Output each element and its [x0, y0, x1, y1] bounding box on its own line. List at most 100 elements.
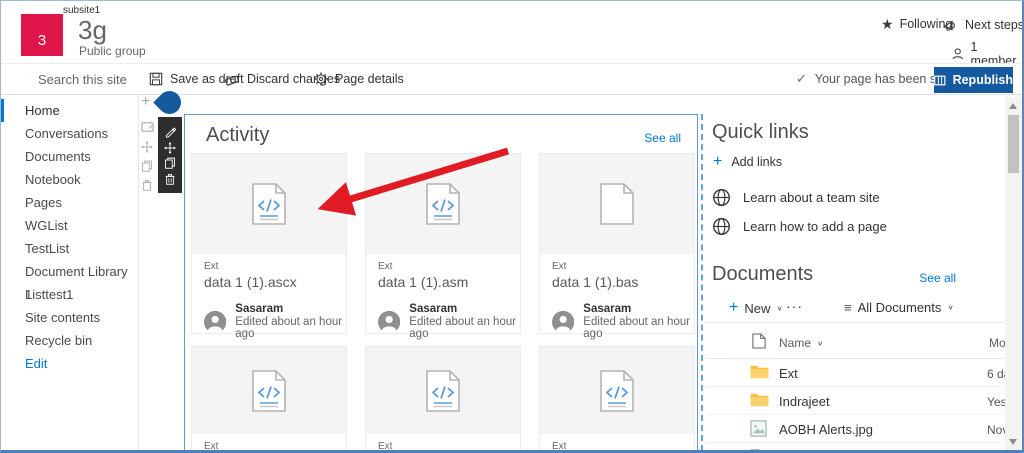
site-title: 3g: [78, 15, 107, 45]
sidebar-item-wglist[interactable]: WGList: [1, 214, 138, 237]
next-steps-label: Next steps: [965, 18, 1024, 32]
card-author: Sasaram: [235, 303, 284, 315]
card-thumbnail: [366, 347, 520, 434]
add-links-button[interactable]: + Add links: [713, 154, 782, 170]
code-file-icon: [600, 370, 634, 412]
document-name: Ext: [779, 366, 798, 381]
document-type-column-icon[interactable]: [752, 333, 766, 349]
globe-icon: [712, 217, 731, 236]
code-file-icon: [426, 370, 460, 412]
duplicate-section-icon[interactable]: [141, 160, 153, 172]
blank-file-icon: [600, 183, 634, 225]
move-webpart-icon[interactable]: [164, 142, 176, 154]
activity-card[interactable]: Ext data 1 (1).bas Sasaram Edited about …: [539, 153, 695, 340]
sidebar-item-site-contents[interactable]: Site contents: [1, 306, 138, 329]
comment-icon[interactable]: [141, 121, 154, 134]
edit-webpart-icon[interactable]: [164, 125, 177, 138]
more-options-button[interactable]: ···: [786, 298, 803, 314]
card-thumbnail: [192, 154, 346, 254]
gear-icon: [314, 72, 328, 86]
activity-see-all-link[interactable]: See all: [644, 131, 681, 145]
checkmark-icon: ✓: [796, 71, 807, 86]
republish-label: Republish: [952, 73, 1013, 87]
avatar: [552, 309, 574, 335]
plus-icon: +: [729, 299, 739, 316]
sidebar-item-listtest1[interactable]: Listtest1: [1, 283, 138, 306]
sidebar-edit-link[interactable]: Edit: [1, 352, 138, 375]
document-icon: [750, 449, 764, 453]
view-selector[interactable]: ≡ All Documents ∨: [844, 300, 954, 315]
document-row[interactable]: Ext 6 da: [706, 359, 1010, 387]
new-label: New: [744, 300, 771, 316]
folder-icon: [750, 392, 769, 407]
sidebar-item-testlist[interactable]: TestList: [1, 237, 138, 260]
activity-card[interactable]: Ext data 1 (1).ascx Sasaram Edited about…: [191, 153, 347, 340]
delete-section-icon[interactable]: [141, 179, 153, 191]
duplicate-webpart-icon[interactable]: [164, 157, 176, 169]
sidebar-item-document-library-1[interactable]: Document Library 1: [1, 260, 138, 302]
code-file-icon: [252, 183, 286, 225]
documents-see-all-link[interactable]: See all: [919, 271, 956, 285]
right-column: Quick links + Add links Learn about a te…: [706, 114, 1012, 453]
quick-link-item[interactable]: Learn about a team site: [712, 188, 880, 207]
card-edited-text: Edited about an hour ago: [235, 316, 343, 340]
add-links-label: Add links: [731, 155, 783, 169]
page-details-button[interactable]: Page details: [314, 64, 404, 94]
vertical-scrollbar[interactable]: [1005, 97, 1022, 450]
sidebar-item-recycle-bin[interactable]: Recycle bin: [1, 329, 138, 352]
card-ext-label: Ext: [204, 441, 219, 452]
sidebar-item-home[interactable]: Home: [1, 99, 138, 122]
megaphone-icon: [943, 17, 959, 33]
move-section-icon[interactable]: [141, 141, 153, 153]
card-filename: data 1 (1).bas: [552, 274, 639, 290]
sidebar-item-conversations[interactable]: Conversations: [1, 122, 138, 145]
folder-icon: [750, 364, 769, 379]
search-input[interactable]: [38, 71, 138, 87]
search-box[interactable]: [1, 64, 138, 94]
scroll-up-arrow[interactable]: [1009, 103, 1017, 109]
scrollbar-thumb[interactable]: [1008, 115, 1019, 173]
add-section-icon[interactable]: +: [141, 93, 150, 111]
next-steps-button[interactable]: Next steps: [943, 17, 1024, 33]
activity-card[interactable]: Ext data 1 (1).asm Sasaram Edited about …: [365, 153, 521, 340]
name-column-label: Name: [779, 336, 812, 350]
scroll-down-arrow[interactable]: [1009, 439, 1017, 445]
sidebar-item-label: Recycle bin: [25, 333, 93, 348]
card-edited-text: Edited about an hour ago: [409, 316, 517, 340]
republish-button[interactable]: Republish: [934, 67, 1013, 93]
new-button[interactable]: + New ∨: [729, 300, 783, 316]
card-thumbnail: [366, 154, 520, 254]
card-thumbnail: [540, 347, 694, 434]
sidebar-item-label: Conversations: [25, 126, 109, 141]
documents-table-header: Name ∨ Mod: [706, 330, 1012, 356]
site-header: subsite1 3 3g Public group ★ Following N…: [1, 1, 1024, 68]
card-filename: data 1 (1).ascx: [204, 274, 297, 290]
view-selector-label: All Documents: [857, 300, 942, 315]
webpart-toolbar: [158, 117, 182, 193]
document-row[interactable]: AOBH Alerts.jpg Nov: [706, 415, 1008, 443]
document-row[interactable]: Indrajeet Yest: [706, 387, 1010, 415]
delete-webpart-icon[interactable]: [164, 173, 176, 185]
name-column-header[interactable]: Name ∨: [779, 336, 824, 350]
plus-icon: +: [713, 153, 723, 170]
sidebar-item-label: Edit: [25, 356, 48, 371]
publish-icon: [934, 75, 946, 86]
card-author: Sasaram: [583, 303, 632, 315]
activity-card[interactable]: Ext: [191, 346, 347, 452]
documents-title: Documents: [712, 263, 814, 285]
card-ext-label: Ext: [378, 441, 393, 452]
sidebar-item-notebook[interactable]: Notebook: [1, 168, 138, 191]
sidebar-item-pages[interactable]: Pages: [1, 191, 138, 214]
site-logo[interactable]: 3: [21, 14, 63, 56]
sharepoint-page: subsite1 3 3g Public group ★ Following N…: [0, 0, 1024, 453]
sidebar-item-documents[interactable]: Documents: [1, 145, 138, 168]
activity-card[interactable]: Ext: [539, 346, 695, 450]
activity-webpart: Activity See all Ext data 1 (1).ascx Sas…: [184, 114, 698, 452]
card-thumbnail: [540, 154, 694, 254]
card-filename: data 1 (1).asm: [378, 274, 469, 290]
activity-card[interactable]: Ext: [365, 346, 521, 452]
card-ext-label: Ext: [204, 261, 219, 272]
document-row-partial[interactable]: [706, 444, 1004, 453]
following-button[interactable]: ★ Following: [881, 17, 952, 31]
quick-link-item[interactable]: Learn how to add a page: [712, 217, 887, 236]
